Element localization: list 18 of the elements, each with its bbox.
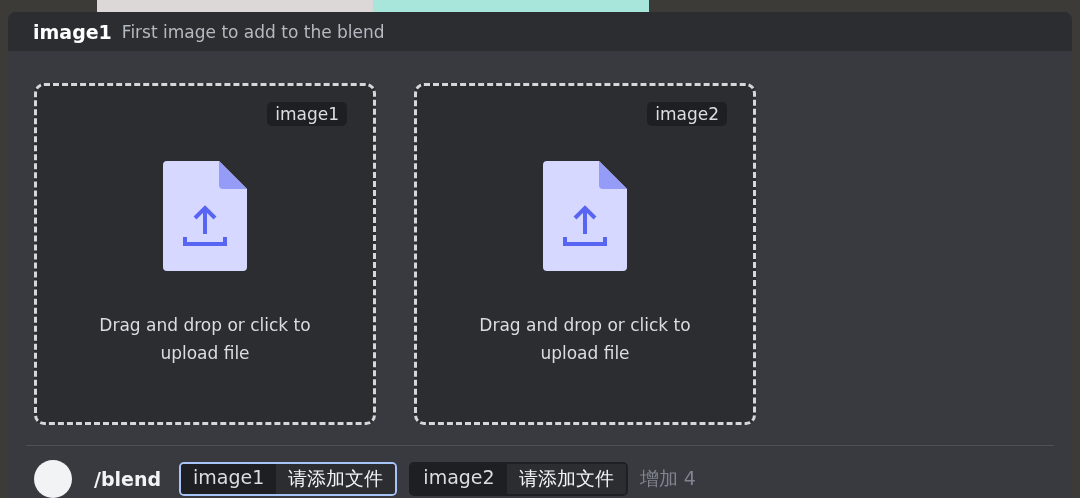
avatar	[34, 460, 72, 498]
option-name: image1	[33, 20, 112, 43]
upload-dropzone[interactable]: image1 Drag and drop or click to upload file	[34, 83, 376, 426]
image-tag: image2	[647, 102, 727, 127]
command-option[interactable]: image2 请添加文件	[409, 462, 628, 496]
image-tag: image1	[267, 102, 347, 127]
upload-prompt: Drag and drop or click to upload file	[98, 314, 312, 366]
command-name: /blend	[94, 468, 162, 490]
upload-dropzone[interactable]: image2 Drag and drop or click to upload file	[414, 83, 756, 426]
option-description: First image to add to the blend	[121, 21, 385, 42]
option-label: image1	[181, 464, 277, 494]
command-option[interactable]: image1 请添加文件	[179, 462, 398, 496]
option-label: image2	[411, 464, 507, 494]
file-upload-icon	[543, 161, 627, 272]
file-upload-icon	[163, 161, 247, 272]
option-value: 请添加文件	[506, 464, 626, 494]
upload-prompt: Drag and drop or click to upload file	[478, 314, 692, 366]
option-value: 请添加文件	[276, 464, 396, 494]
